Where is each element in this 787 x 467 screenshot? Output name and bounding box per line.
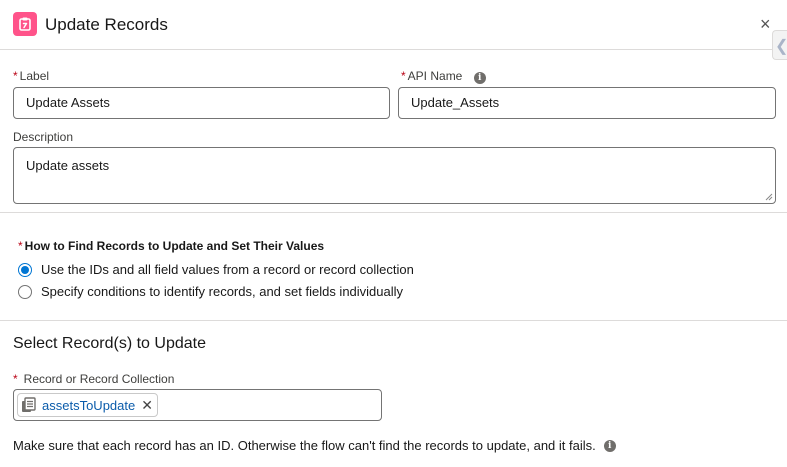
- required-marker: *: [13, 372, 18, 386]
- description-field-label: Description: [13, 130, 74, 144]
- description-value: Update assets: [26, 158, 110, 173]
- radio-label: Use the IDs and all field values from a …: [41, 262, 414, 277]
- api-name-text: API Name: [407, 69, 463, 83]
- resource-pill[interactable]: assetsToUpdate ✕: [17, 393, 158, 417]
- label-text: Label: [19, 69, 50, 83]
- info-icon[interactable]: i: [603, 439, 616, 452]
- find-records-heading: * How to Find Records to Update and Set T…: [18, 239, 324, 253]
- radio-button-selected[interactable]: [18, 262, 32, 277]
- label-input[interactable]: Update Assets: [13, 87, 390, 119]
- radio-label: Specify conditions to identify records, …: [41, 284, 404, 299]
- api-name-input[interactable]: Update_Assets: [398, 87, 776, 119]
- pill-label: assetsToUpdate: [42, 397, 136, 413]
- section-title: Select Record(s) to Update: [13, 335, 206, 352]
- update-records-icon: [13, 12, 37, 36]
- find-records-heading-text: How to Find Records to Update and Set Th…: [24, 239, 325, 253]
- radio-option-specify-conditions[interactable]: Specify conditions to identify records, …: [18, 284, 403, 299]
- record-collection-icon: [22, 397, 36, 412]
- required-marker: *: [401, 69, 406, 83]
- modal-header: Update Records ×: [0, 0, 787, 50]
- radio-button[interactable]: [18, 284, 32, 299]
- page-title: Update Records: [45, 15, 168, 34]
- label-field-label: * Label: [13, 69, 49, 83]
- divider: [0, 320, 787, 321]
- api-name-field-label: * API Name i: [401, 69, 486, 84]
- record-collection-label-text: Record or Record Collection: [23, 372, 175, 386]
- record-collection-field-label: * Record or Record Collection: [13, 372, 174, 386]
- description-textarea[interactable]: Update assets: [13, 147, 776, 204]
- required-marker: *: [13, 69, 18, 83]
- record-collection-input[interactable]: assetsToUpdate ✕: [13, 389, 382, 421]
- panel-toggle-tab[interactable]: ❮: [772, 30, 787, 60]
- info-icon[interactable]: i: [473, 72, 486, 84]
- help-text: Make sure that each record has an ID. Ot…: [13, 438, 616, 453]
- help-text-content: Make sure that each record has an ID. Ot…: [13, 438, 596, 453]
- radio-option-use-ids[interactable]: Use the IDs and all field values from a …: [18, 262, 414, 277]
- chevron-left-icon: ❮: [775, 36, 787, 56]
- divider: [0, 212, 787, 213]
- remove-icon[interactable]: ✕: [141, 398, 153, 412]
- resize-handle-icon[interactable]: [765, 193, 773, 201]
- close-icon[interactable]: ×: [760, 15, 771, 33]
- required-marker: *: [18, 239, 23, 253]
